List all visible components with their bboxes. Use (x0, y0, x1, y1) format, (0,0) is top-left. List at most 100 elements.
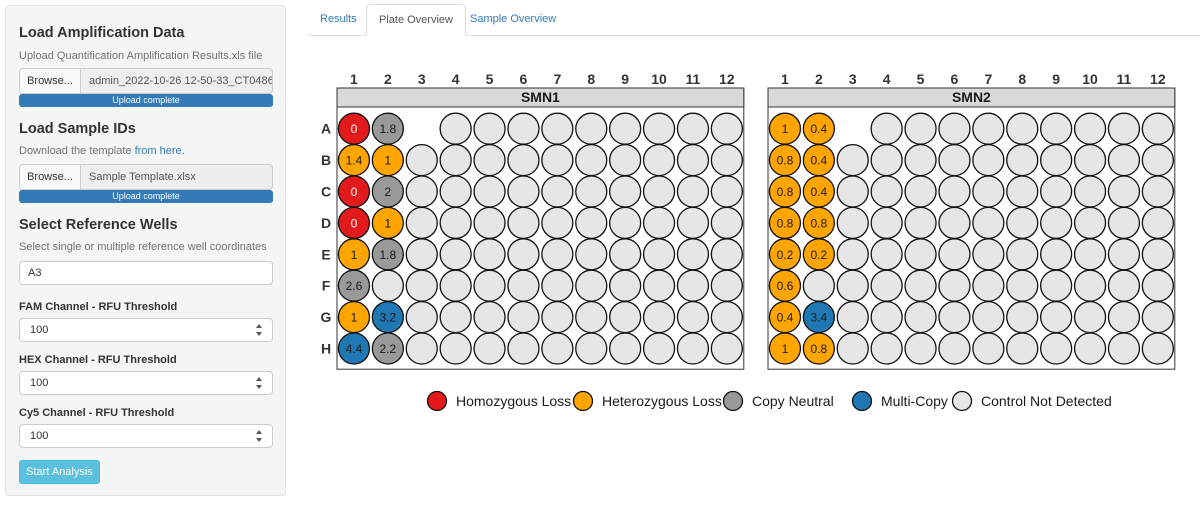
well-SMN2-F6 (938, 269, 971, 302)
well-SMN2-H9 (1040, 332, 1073, 365)
tab-results[interactable]: Results (308, 4, 369, 35)
column-label: 2 (384, 71, 392, 87)
well-SMN1-F2 (371, 269, 404, 302)
sample-file-input[interactable]: Browse... Sample Template.xlsx (19, 164, 273, 190)
column-label: 10 (1082, 71, 1098, 87)
well-value-label: 0 (351, 122, 358, 136)
column-label: 7 (553, 71, 561, 87)
well-SMN2-E7 (972, 238, 1005, 271)
well-SMN2-B6 (938, 143, 971, 177)
well-value-label: 1 (782, 342, 789, 356)
row-label: E (321, 246, 330, 262)
ref-section-title: Select Reference Wells (19, 217, 178, 233)
well-SMN1-F9 (608, 269, 642, 302)
well-value-label: 0.4 (811, 122, 828, 136)
well-SMN1-D6 (507, 206, 540, 240)
sample-help-text: Download the template (19, 145, 132, 157)
well-value-label: 0.4 (811, 185, 828, 199)
column-label: 8 (587, 71, 595, 87)
row-label: F (322, 278, 331, 294)
amp-file-name: admin_2022-10-26 12-50-33_CT04863 (89, 75, 272, 87)
hex-threshold-input[interactable]: 100 (19, 371, 273, 395)
well-SMN2-B5 (904, 143, 937, 177)
well-SMN2-E8 (1006, 238, 1039, 271)
amp-section-title: Load Amplification Data (19, 25, 185, 41)
column-label: 5 (917, 71, 925, 87)
well-SMN1-G8 (575, 300, 608, 334)
cy5-spinner-icon[interactable] (256, 428, 264, 444)
row-label: B (321, 152, 331, 168)
well-SMN1-F11 (676, 269, 710, 302)
well-SMN2-E9 (1040, 238, 1073, 271)
well-SMN1-B10 (642, 143, 676, 177)
well-value-label: 0.4 (811, 154, 828, 168)
fam-threshold-label: FAM Channel - RFU Threshold (19, 301, 178, 313)
amp-file-input[interactable]: Browse... admin_2022-10-26 12-50-33_CT04… (19, 68, 273, 94)
legend-swatch (722, 390, 744, 412)
column-label: 2 (815, 71, 823, 87)
row-label: D (321, 215, 331, 231)
well-SMN2-G10 (1073, 300, 1107, 334)
well-SMN1-A8 (575, 112, 608, 145)
well-value-label: 1.4 (346, 154, 363, 168)
fam-spinner-icon[interactable] (256, 322, 264, 338)
well-SMN1-E9 (608, 238, 642, 271)
well-SMN2-E5 (904, 238, 937, 271)
well-SMN2-D7 (972, 206, 1005, 240)
hex-spinner-icon[interactable] (256, 375, 264, 391)
sample-browse-button[interactable]: Browse... (20, 165, 81, 189)
well-SMN2-E10 (1073, 238, 1107, 271)
well-value-label: 2.6 (346, 279, 363, 293)
well-SMN1-C8 (575, 175, 608, 208)
well-SMN1-H8 (575, 332, 608, 365)
well-SMN2-F2 (802, 269, 835, 302)
well-SMN2-H8 (1006, 332, 1039, 365)
tab-bar: Results Plate Overview Sample Overview (308, 0, 1200, 36)
well-SMN1-D11 (676, 206, 710, 240)
cy5-threshold-input[interactable]: 100 (19, 424, 273, 448)
well-SMN2-D4 (870, 206, 903, 240)
well-SMN2-D12 (1141, 206, 1174, 240)
amp-browse-button[interactable]: Browse... (20, 69, 81, 93)
well-SMN1-G12 (710, 300, 744, 334)
column-label: 11 (686, 71, 701, 87)
well-SMN1-F5 (473, 269, 506, 302)
well-value-label: 0.8 (777, 216, 794, 230)
well-SMN2-G12 (1141, 300, 1174, 334)
tab-sample-overview[interactable]: Sample Overview (458, 4, 568, 35)
start-analysis-button[interactable]: Start Analysis (19, 460, 100, 484)
well-SMN2-A11 (1107, 112, 1141, 145)
column-label: 9 (621, 71, 629, 87)
well-SMN1-E12 (710, 238, 744, 271)
column-label: 8 (1018, 71, 1026, 87)
well-SMN2-B8 (1006, 143, 1039, 177)
well-value-label: 1 (782, 122, 789, 136)
tab-plate-overview[interactable]: Plate Overview (366, 4, 466, 36)
well-SMN2-D6 (938, 206, 971, 240)
well-SMN2-A10 (1073, 112, 1107, 145)
well-SMN1-H12 (710, 332, 744, 365)
sample-section-title: Load Sample IDs (19, 121, 136, 137)
well-SMN2-B10 (1073, 143, 1107, 177)
well-SMN1-B8 (575, 143, 608, 177)
well-value-label: 0.4 (777, 311, 794, 325)
well-SMN1-C9 (608, 175, 642, 208)
well-SMN1-E7 (541, 238, 574, 271)
well-value-label: 1 (385, 216, 392, 230)
well-SMN1-A10 (642, 112, 676, 145)
well-SMN2-F7 (972, 269, 1005, 302)
row-label: H (321, 341, 331, 357)
well-SMN1-B6 (507, 143, 540, 177)
well-value-label: 0.8 (777, 154, 794, 168)
fam-threshold-input[interactable]: 100 (19, 318, 273, 342)
well-SMN2-A8 (1006, 112, 1039, 145)
column-label: 12 (719, 71, 735, 87)
column-label: 9 (1052, 71, 1060, 87)
template-download-link[interactable]: from here. (135, 145, 185, 157)
well-SMN2-D11 (1107, 206, 1141, 240)
reference-wells-input[interactable]: A3 (19, 261, 273, 285)
fam-threshold-value: 100 (30, 324, 49, 336)
well-value-label: 1.8 (380, 248, 397, 262)
well-SMN2-E6 (938, 238, 971, 271)
sample-upload-progress: Upload complete (19, 190, 273, 203)
